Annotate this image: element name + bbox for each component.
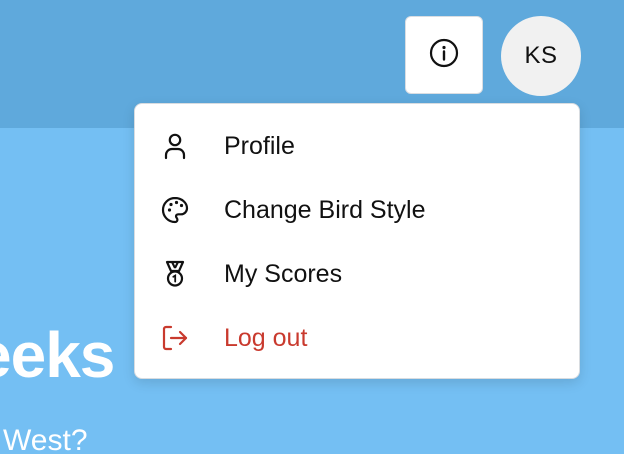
- menu-item-label: Change Bird Style: [224, 195, 426, 224]
- menu-item-label: My Scores: [224, 259, 343, 288]
- menu-item-change-bird-style[interactable]: Change Bird Style: [135, 178, 579, 242]
- logout-icon: [159, 322, 191, 354]
- menu-item-profile[interactable]: Profile: [135, 114, 579, 178]
- menu-item-label: Profile: [224, 131, 295, 160]
- palette-icon: [159, 194, 191, 226]
- hero-subtitle: d West?: [0, 424, 88, 454]
- user-icon: [159, 130, 191, 162]
- avatar-initials: KS: [524, 42, 558, 69]
- page: eeks d West? KS Profile: [0, 0, 624, 454]
- menu-item-log-out[interactable]: Log out: [135, 306, 579, 370]
- info-icon: [428, 37, 460, 74]
- user-dropdown-menu: Profile Change Bird Style My Scores Log …: [134, 103, 580, 379]
- hero-title: eeks: [0, 319, 115, 391]
- user-avatar-button[interactable]: KS: [501, 16, 581, 96]
- medal-icon: [159, 258, 191, 290]
- menu-item-my-scores[interactable]: My Scores: [135, 242, 579, 306]
- info-button[interactable]: [405, 16, 483, 94]
- menu-item-label: Log out: [224, 323, 308, 352]
